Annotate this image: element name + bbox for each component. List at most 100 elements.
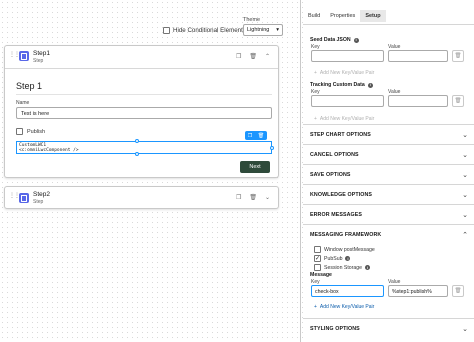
- message-label: Message: [310, 272, 332, 278]
- section-title: CANCEL OPTIONS: [310, 151, 359, 158]
- plus-icon: +: [314, 116, 317, 122]
- properties-panel: Build Properties Setup Seed Data JSON i …: [303, 0, 474, 342]
- section-step-chart-options[interactable]: STEP CHART OPTIONS ⌄: [303, 124, 474, 144]
- delete-icon[interactable]: 🗑: [249, 53, 257, 60]
- theme-label: Theme: [243, 17, 261, 23]
- copy-icon[interactable]: ❐: [236, 53, 241, 60]
- tracking-key-input[interactable]: [311, 95, 384, 107]
- delete-icon[interactable]: 🗑: [452, 285, 464, 297]
- next-button[interactable]: Next: [240, 161, 270, 173]
- section-messaging-framework[interactable]: MESSAGING FRAMEWORK ⌃: [303, 224, 474, 244]
- publish-checkbox-row[interactable]: Publish: [16, 128, 45, 135]
- step-icon: [19, 51, 29, 61]
- custom-lwc-element[interactable]: CustomLWC1 <c:omniLwcComponent />: [16, 141, 272, 154]
- resize-handle-bottom[interactable]: [135, 152, 139, 156]
- name-input[interactable]: Test is here: [16, 107, 272, 119]
- tracking-value-input[interactable]: [388, 95, 448, 107]
- lwc-element-tag: <c:omniLwcComponent />: [19, 148, 79, 153]
- info-icon[interactable]: i: [353, 37, 359, 43]
- copy-icon[interactable]: ❐: [236, 194, 241, 201]
- delete-icon[interactable]: 🗑: [452, 95, 464, 107]
- section-title: MESSAGING FRAMEWORK: [310, 231, 382, 238]
- window-postmessage-label: Window postMessage: [324, 246, 375, 253]
- resize-handle-top[interactable]: [135, 139, 139, 143]
- step-subtitle: Step: [33, 199, 44, 205]
- section-save-options[interactable]: SAVE OPTIONS ⌄: [303, 164, 474, 184]
- publish-checkbox[interactable]: [16, 128, 23, 135]
- tracking-data-title: Tracking Custom Data i: [310, 82, 373, 88]
- plus-icon: +: [314, 70, 317, 76]
- seed-data-title: Seed Data JSON i: [310, 37, 359, 43]
- section-title: STEP CHART OPTIONS: [310, 131, 371, 138]
- name-label: Name: [16, 100, 30, 106]
- delete-icon[interactable]: 🗑: [249, 194, 257, 201]
- chevron-down-icon: ⌄: [462, 151, 468, 159]
- resize-handle-right[interactable]: [270, 146, 274, 150]
- chevron-down-icon[interactable]: ⌄: [265, 194, 270, 201]
- message-add-pair-link[interactable]: + Add New Key/Value Pair: [314, 304, 374, 310]
- plus-icon: +: [314, 304, 317, 310]
- chevron-down-icon: ⌄: [462, 191, 468, 199]
- hide-conditional-label: Hide Conditional Elements: [173, 27, 246, 34]
- panel-tabs: Build Properties Setup: [303, 10, 386, 22]
- session-storage-checkbox[interactable]: [314, 264, 321, 271]
- tab-build[interactable]: Build: [303, 10, 325, 22]
- step-title: Step2: [33, 191, 50, 198]
- pubsub-label: PubSub: [324, 255, 343, 262]
- seed-value-input[interactable]: [388, 50, 448, 62]
- session-storage-option[interactable]: Session Storage i: [314, 264, 371, 271]
- step-title: Step1: [33, 50, 50, 57]
- heading-divider: [16, 94, 272, 95]
- window-postmessage-checkbox[interactable]: [314, 246, 321, 253]
- tab-properties[interactable]: Properties: [325, 10, 360, 22]
- section-title: ERROR MESSAGES: [310, 211, 363, 218]
- message-key-input[interactable]: check-box: [311, 285, 384, 297]
- step-header-actions: ❐ 🗑 ⌄: [236, 194, 270, 201]
- chevron-down-icon: ⌄: [462, 171, 468, 179]
- message-add-pair-label: Add New Key/Value Pair: [319, 304, 375, 310]
- section-knowledge-options[interactable]: KNOWLEDGE OPTIONS ⌄: [303, 184, 474, 204]
- theme-select[interactable]: Lightning ▾: [243, 24, 283, 36]
- step2-card[interactable]: ⋮⋮ Step2 Step ❐ 🗑 ⌄: [4, 186, 279, 209]
- section-title: KNOWLEDGE OPTIONS: [310, 191, 373, 198]
- pubsub-option[interactable]: ✓ PubSub i: [314, 255, 351, 262]
- delete-icon[interactable]: 🗑: [452, 50, 464, 62]
- drag-handle-icon[interactable]: ⋮⋮: [9, 52, 20, 58]
- chevron-down-icon: ⌄: [462, 325, 468, 333]
- panel-separator: [300, 0, 301, 342]
- message-value-input[interactable]: %step1:publish%: [388, 285, 448, 297]
- drag-handle-icon[interactable]: ⋮⋮: [9, 193, 20, 199]
- seed-data-label: Seed Data JSON: [310, 37, 351, 43]
- window-postmessage-option[interactable]: Window postMessage: [314, 246, 375, 253]
- info-icon[interactable]: i: [365, 265, 371, 270]
- info-icon[interactable]: i: [345, 256, 351, 261]
- seed-add-pair-link[interactable]: + Add New Key/Value Pair: [314, 70, 374, 76]
- tracking-add-pair-link[interactable]: + Add New Key/Value Pair: [314, 116, 374, 122]
- chevron-down-icon: ⌄: [462, 131, 468, 139]
- step-heading: Step 1: [16, 81, 43, 91]
- theme-selected-value: Lightning: [247, 27, 270, 33]
- chevron-down-icon: ⌄: [462, 211, 468, 219]
- seed-add-pair-label: Add New Key/Value Pair: [319, 70, 375, 76]
- section-error-messages[interactable]: ERROR MESSAGES ⌄: [303, 204, 474, 224]
- tracking-data-label: Tracking Custom Data: [310, 82, 365, 88]
- tabs-divider: [303, 24, 474, 25]
- chevron-down-icon: ▾: [276, 27, 279, 33]
- pubsub-checkbox[interactable]: ✓: [314, 255, 321, 262]
- delete-icon[interactable]: 🗑: [258, 133, 264, 139]
- step-header-actions: ❐ 🗑 ⌃: [236, 53, 270, 60]
- section-cancel-options[interactable]: CANCEL OPTIONS ⌄: [303, 144, 474, 164]
- section-styling-options[interactable]: STYLING OPTIONS ⌄: [303, 318, 474, 338]
- copy-icon[interactable]: ❐: [248, 133, 252, 139]
- chevron-up-icon[interactable]: ⌃: [265, 53, 270, 60]
- info-icon[interactable]: i: [367, 82, 373, 88]
- hide-conditional-checkbox[interactable]: [163, 27, 170, 34]
- chevron-up-icon: ⌃: [462, 231, 468, 239]
- step1-card[interactable]: ⋮⋮ Step1 Step ❐ 🗑 ⌃ Step 1 Name Test is …: [4, 45, 279, 178]
- tab-setup[interactable]: Setup: [360, 10, 386, 22]
- section-title: STYLING OPTIONS: [310, 325, 360, 332]
- seed-key-input[interactable]: [311, 50, 384, 62]
- hide-conditional-elements-toggle[interactable]: Hide Conditional Elements: [163, 27, 246, 34]
- tracking-add-pair-label: Add New Key/Value Pair: [319, 116, 375, 122]
- step-icon: [19, 193, 29, 203]
